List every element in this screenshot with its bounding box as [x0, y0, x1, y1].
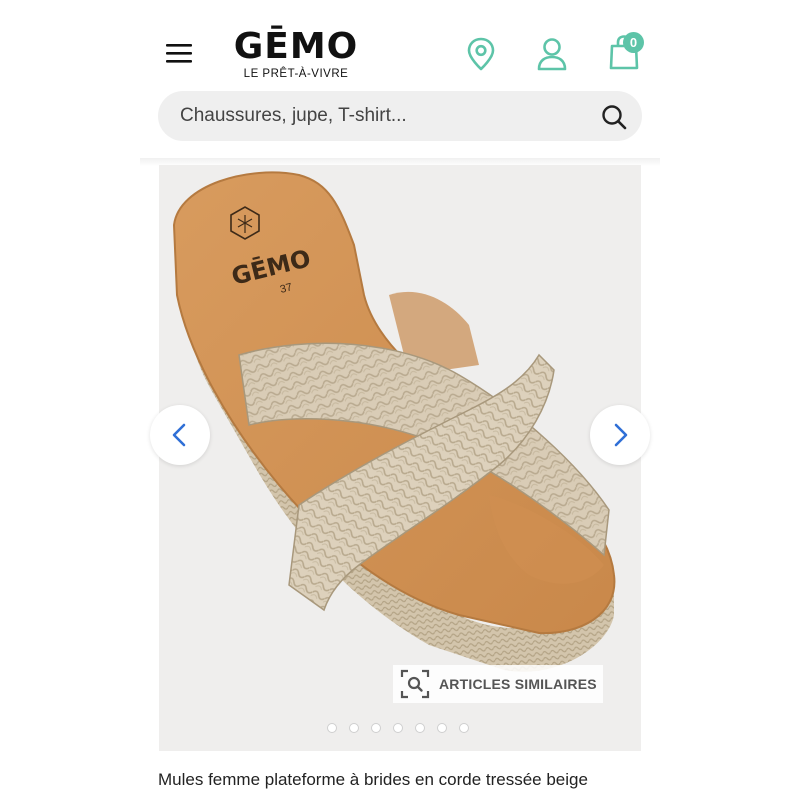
search-bar [158, 91, 642, 141]
search-input[interactable] [180, 91, 580, 141]
carousel-dot[interactable] [349, 723, 359, 733]
product-photo-sandal: GĒMO 37 [172, 171, 616, 672]
product-title: Mules femme plateforme à brides en corde… [158, 770, 588, 789]
shopping-cart-button[interactable]: 0 [605, 32, 649, 72]
logo-wordmark: GĒMO [233, 26, 359, 67]
carousel-dot[interactable] [415, 723, 425, 733]
cart-count-badge: 0 [623, 32, 644, 53]
carousel-dot[interactable] [459, 723, 469, 733]
chevron-left-icon [172, 423, 186, 447]
similar-articles-label: ARTICLES SIMILAIRES [439, 676, 597, 692]
carousel-dot[interactable] [437, 723, 447, 733]
site-header: GĒMO LE PRÊT-À-VIVRE 0 [0, 0, 800, 160]
carousel-dot[interactable] [327, 723, 337, 733]
search-icon[interactable] [600, 103, 628, 131]
gemo-logo[interactable]: GĒMO LE PRÊT-À-VIVRE [232, 26, 360, 84]
carousel-dot[interactable] [371, 723, 381, 733]
location-pin-icon[interactable] [464, 36, 498, 72]
carousel-previous-button[interactable] [150, 405, 210, 465]
product-image-carousel[interactable]: GĒMO 37 ARTICLES SIMILAIRES [159, 165, 641, 751]
hamburger-menu-icon[interactable] [163, 38, 195, 68]
carousel-next-button[interactable] [590, 405, 650, 465]
carousel-dot[interactable] [393, 723, 403, 733]
visual-search-icon [399, 668, 431, 700]
user-account-icon[interactable] [535, 36, 569, 72]
logo-tagline: LE PRÊT-À-VIVRE [243, 68, 349, 80]
similar-articles-button[interactable]: ARTICLES SIMILAIRES [393, 665, 603, 703]
carousel-dots [327, 722, 477, 736]
chevron-right-icon [614, 423, 628, 447]
